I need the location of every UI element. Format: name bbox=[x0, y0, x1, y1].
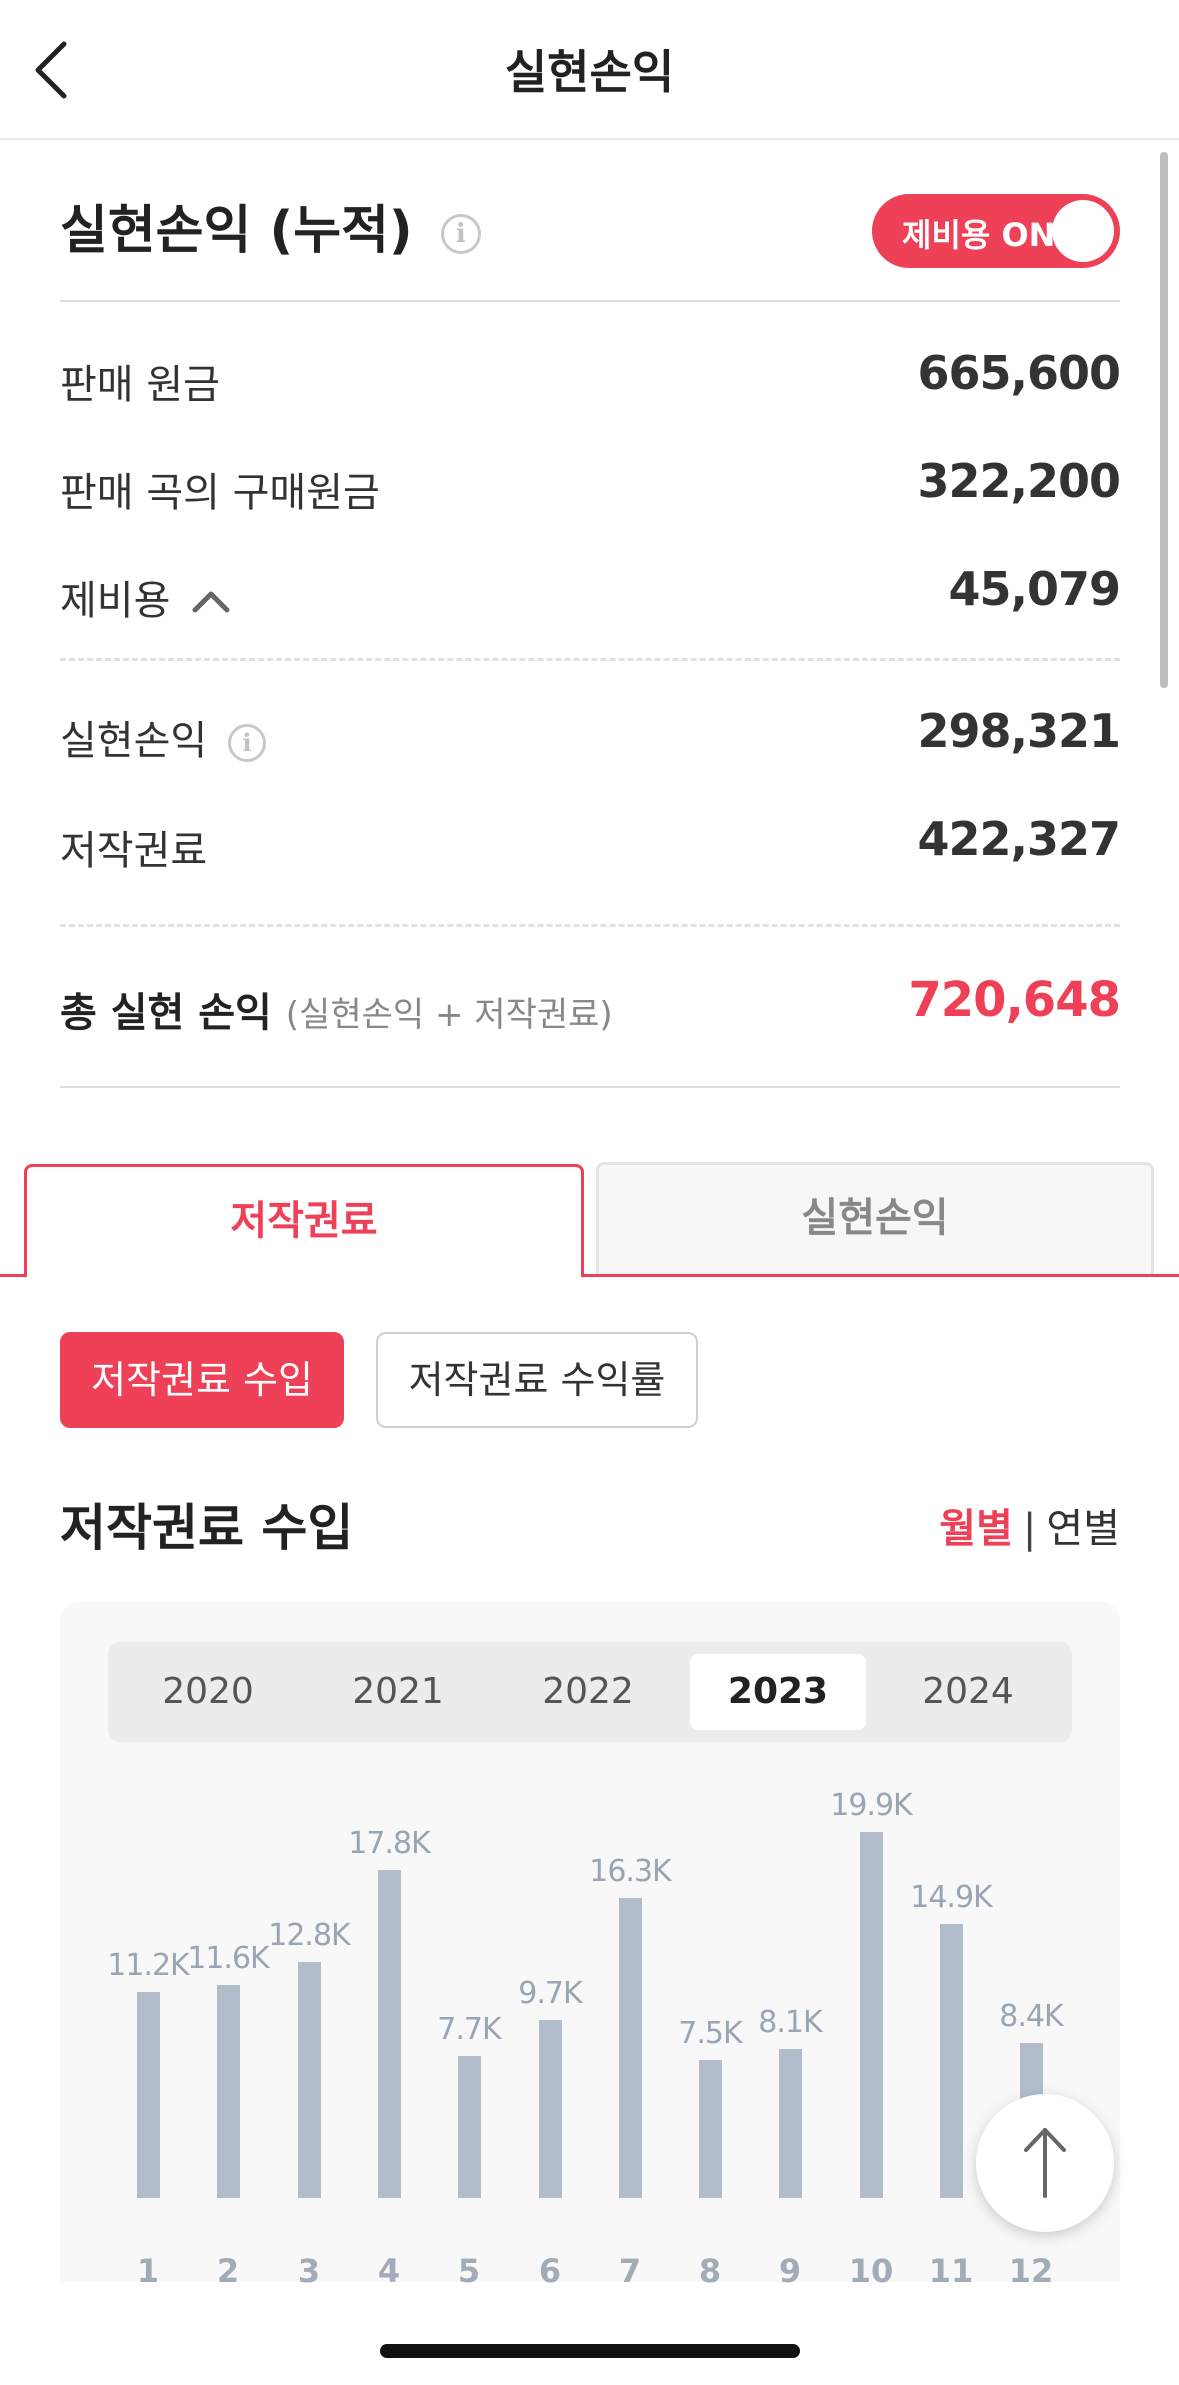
chart-bar[interactable] bbox=[298, 1962, 321, 2198]
month-tick-label: 12 bbox=[1008, 2252, 1054, 2290]
chevron-up-icon[interactable] bbox=[191, 580, 231, 626]
year-2023[interactable]: 2023 bbox=[690, 1654, 866, 1730]
info-icon[interactable]: i bbox=[227, 724, 266, 762]
royalty-income-button[interactable]: 저작권료 수입 bbox=[60, 1332, 344, 1428]
total-label: 총 실현 손익 (실현손익 + 저작권료) bbox=[60, 980, 613, 1038]
chart-bar[interactable] bbox=[940, 1924, 963, 2198]
month-tick-label: 1 bbox=[136, 2252, 160, 2290]
year-2024[interactable]: 2024 bbox=[880, 1654, 1056, 1730]
page-title: 실현손익 bbox=[504, 45, 675, 99]
row-value-royalty: 422,327 bbox=[917, 812, 1121, 866]
chart-bar[interactable] bbox=[779, 2049, 802, 2198]
period-yearly[interactable]: 연별 bbox=[1046, 1506, 1120, 1552]
row-value-purchase-principal: 322,200 bbox=[917, 454, 1121, 508]
chart-bar[interactable] bbox=[378, 1870, 401, 2198]
row-label-purchase-principal: 판매 곡의 구매원금 bbox=[60, 470, 380, 516]
chart-bar[interactable] bbox=[137, 1992, 160, 2198]
divider bbox=[60, 1086, 1120, 1088]
bar-value-label: 17.8K bbox=[348, 1826, 430, 1861]
month-tick-label: 2 bbox=[216, 2252, 240, 2290]
dashed-divider bbox=[60, 924, 1120, 927]
row-label-sale-principal: 판매 원금 bbox=[60, 362, 220, 408]
row-value-sale-principal: 665,600 bbox=[917, 346, 1121, 400]
year-2021[interactable]: 2021 bbox=[310, 1654, 486, 1730]
row-label-realized: 실현손익 i bbox=[60, 708, 266, 766]
section-title: 저작권료 수입 bbox=[60, 1499, 354, 1557]
bar-value-label: 16.3K bbox=[589, 1854, 671, 1889]
bar-value-label: 14.9K bbox=[910, 1880, 992, 1915]
bar-value-label: 12.8K bbox=[268, 1918, 350, 1953]
bar-value-label: 7.7K bbox=[437, 2012, 501, 2047]
fees-label: 제비용 bbox=[60, 578, 171, 624]
total-value: 720,648 bbox=[908, 972, 1121, 1028]
month-tick-label: 11 bbox=[928, 2252, 974, 2290]
scroll-top-button[interactable] bbox=[976, 2094, 1114, 2232]
bar-value-label: 8.4K bbox=[999, 1999, 1063, 2034]
month-tick-label: 9 bbox=[778, 2252, 802, 2290]
divider bbox=[60, 300, 1120, 302]
tab-royalty[interactable]: 저작권료 bbox=[24, 1164, 584, 1277]
royalty-yield-button[interactable]: 저작권료 수익률 bbox=[376, 1332, 698, 1428]
period-monthly[interactable]: 월별 bbox=[939, 1506, 1013, 1552]
period-separator: | bbox=[1022, 1506, 1037, 1552]
month-tick-label: 3 bbox=[297, 2252, 321, 2290]
chart-bar[interactable] bbox=[699, 2060, 722, 2198]
month-tick-label: 5 bbox=[457, 2252, 481, 2290]
month-tick-label: 4 bbox=[377, 2252, 401, 2290]
year-2020[interactable]: 2020 bbox=[120, 1654, 296, 1730]
bar-value-label: 8.1K bbox=[758, 2005, 822, 2040]
arrow-up-icon bbox=[1024, 2128, 1066, 2198]
total-label-sub: (실현손익 + 저작권료) bbox=[285, 995, 613, 1035]
fee-toggle-label: 제비용 ON bbox=[902, 216, 1056, 254]
info-icon[interactable]: i bbox=[440, 214, 481, 254]
chart-bar[interactable] bbox=[619, 1898, 642, 2198]
summary-title: 실현손익 (누적) i bbox=[60, 188, 481, 263]
row-label-royalty: 저작권료 bbox=[60, 828, 208, 874]
row-label-fees[interactable]: 제비용 bbox=[60, 568, 231, 626]
scrollbar[interactable] bbox=[1160, 152, 1168, 688]
month-tick-label: 10 bbox=[848, 2252, 894, 2290]
chart-bar[interactable] bbox=[539, 2020, 562, 2198]
row-value-realized: 298,321 bbox=[917, 704, 1121, 758]
year-selector: 2020 2021 2022 2023 2024 bbox=[108, 1642, 1072, 1742]
month-tick-label: 8 bbox=[698, 2252, 722, 2290]
summary-title-text: 실현손익 (누적) bbox=[60, 201, 413, 261]
home-indicator bbox=[380, 2344, 800, 2358]
dashed-divider bbox=[60, 658, 1120, 661]
period-switch: 월별 | 연별 bbox=[939, 1496, 1120, 1554]
bar-value-label: 9.7K bbox=[518, 1976, 582, 2011]
bar-value-label: 19.9K bbox=[830, 1788, 912, 1823]
total-label-text: 총 실현 손익 bbox=[60, 990, 272, 1036]
fee-toggle[interactable]: 제비용 ON bbox=[872, 194, 1120, 268]
toggle-knob bbox=[1052, 200, 1114, 262]
realized-label: 실현손익 bbox=[60, 718, 208, 764]
month-tick-label: 7 bbox=[618, 2252, 642, 2290]
chart-bar[interactable] bbox=[458, 2056, 481, 2198]
row-value-fees: 45,079 bbox=[948, 562, 1121, 616]
chart-bar[interactable] bbox=[860, 1832, 883, 2198]
tab-realized[interactable]: 실현손익 bbox=[596, 1162, 1154, 1274]
year-2022[interactable]: 2022 bbox=[500, 1654, 676, 1730]
app-header: 실현손익 bbox=[0, 0, 1179, 140]
month-tick-label: 6 bbox=[538, 2252, 562, 2290]
chart-bar[interactable] bbox=[217, 1985, 240, 2198]
